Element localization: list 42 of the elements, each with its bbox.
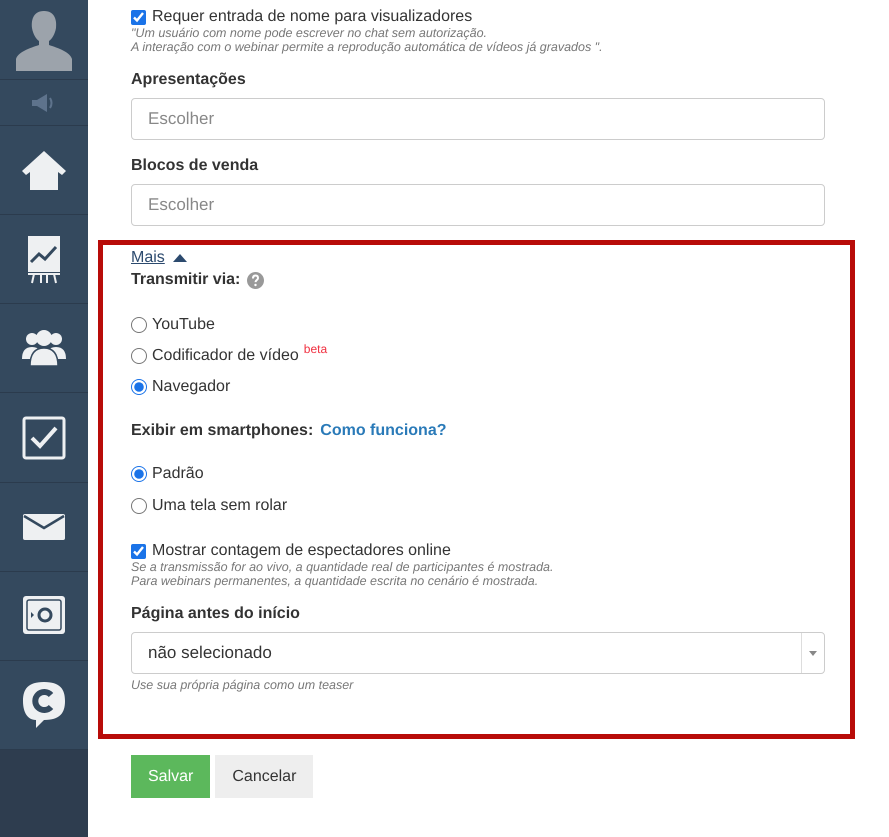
radio-label: YouTube [152,316,215,334]
hint-text: "Um usuário com nome pode escrever no chat sem autorização. [131,26,488,40]
caret-icon[interactable] [172,254,187,262]
section-label: Transmitir via: [131,271,240,289]
hint-text: A interação com o webinar permite a reprodução automática de vídeos já gravados ". [131,40,604,54]
help-icon[interactable] [247,272,264,288]
cancel-button[interactable]: Cancelar [215,755,314,798]
users-icon[interactable] [22,329,66,367]
radio-button[interactable] [131,348,147,364]
field-label: Blocos de venda [131,157,260,175]
radio-button[interactable] [131,498,147,514]
radio-button[interactable] [131,466,147,482]
checkbox[interactable] [131,10,146,24]
hint-text: Se a transmissão for ao vivo, a quantidade real de participantes é mostrada. [131,560,554,574]
checkbox-label: Requer entrada de nome para visualizadores [152,8,472,26]
dropdown-arrow-icon [809,650,817,656]
avatar-icon[interactable] [14,8,74,70]
radio-label: Uma tela sem rolar [152,497,288,515]
section-label: Exibir em smartphones: [131,422,314,440]
radio-label: Navegador [152,378,230,396]
safe-icon[interactable] [22,595,66,637]
hint-text: Para webinars permanentes, a quantidade escrita no cenário é mostrada. [131,574,540,588]
radio-button[interactable] [131,379,147,395]
beta-label: beta [304,342,328,356]
home-icon[interactable] [20,148,68,192]
checkbox-label: Mostrar contagem de espectadores online [152,542,451,560]
radio-label: Codificador de vídeo [152,347,299,365]
mail-icon[interactable] [23,514,65,540]
checkbox[interactable] [131,544,146,558]
radio-label: Padrão [152,465,204,483]
radio-button[interactable] [131,317,147,333]
field-label: Página antes do início [131,605,301,623]
how-it-works-link[interactable]: Como funciona? [320,422,446,440]
hint-text: Use sua própria página como um teaser [131,678,355,692]
chat-logo-icon[interactable] [22,681,66,729]
select-field[interactable]: Escolher [131,98,825,140]
chart-board-icon[interactable] [26,234,62,284]
field-label: Apresentações [131,71,247,89]
dropdown[interactable]: não selecionado [131,632,825,674]
checkbox-icon[interactable] [22,416,66,460]
more-link[interactable]: Mais [131,249,165,267]
select-field[interactable]: Escolher [131,184,825,226]
